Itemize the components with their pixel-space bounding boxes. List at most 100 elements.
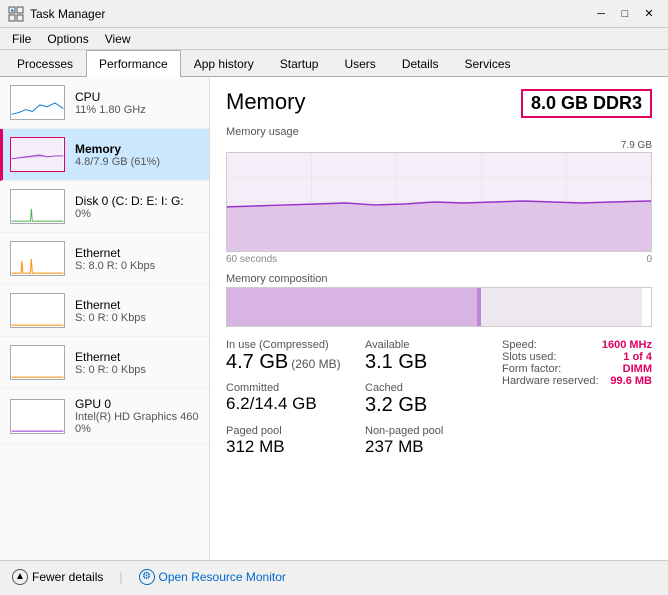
sidebar-item-disk[interactable]: Disk 0 (C: D: E: I: G: 0% bbox=[0, 181, 209, 233]
sidebar-item-ethernet1[interactable]: Ethernet S: 8.0 R: 0 Kbps bbox=[0, 233, 209, 285]
right-panel: Memory 8.0 GB DDR3 Memory usage 7.9 GB bbox=[210, 77, 668, 560]
gpu-graph bbox=[10, 399, 65, 434]
slots-row: Slots used: 1 of 4 bbox=[502, 351, 652, 363]
open-resource-monitor-button[interactable]: ⚙ Open Resource Monitor bbox=[139, 569, 286, 585]
sidebar-item-memory[interactable]: Memory 4.8/7.9 GB (61%) bbox=[0, 129, 209, 181]
comp-standby bbox=[481, 288, 642, 326]
fewer-details-button[interactable]: ▲ Fewer details bbox=[12, 569, 103, 585]
stat-cached: Cached 3.2 GB bbox=[365, 382, 492, 417]
ethernet3-info: Ethernet S: 0 R: 0 Kbps bbox=[75, 350, 146, 376]
comp-free bbox=[642, 288, 651, 326]
ethernet3-sub: S: 0 R: 0 Kbps bbox=[75, 364, 146, 376]
stat-committed: Committed 6.2/14.4 GB bbox=[226, 382, 353, 417]
app-icon bbox=[8, 6, 24, 22]
stat-nonpaged: Non-paged pool 237 MB bbox=[365, 425, 492, 457]
memory-sub: 4.8/7.9 GB (61%) bbox=[75, 156, 160, 168]
left-stats: In use (Compressed) 4.7 GB (260 MB) Avai… bbox=[226, 339, 492, 457]
footer-separator: | bbox=[119, 570, 122, 584]
ethernet2-graph bbox=[10, 293, 65, 328]
slots-label: Slots used: bbox=[502, 351, 601, 363]
stat-available: Available 3.1 GB bbox=[365, 339, 492, 374]
cached-label: Cached bbox=[365, 382, 492, 394]
formfactor-value: DIMM bbox=[601, 363, 652, 375]
disk-name: Disk 0 (C: D: E: I: G: bbox=[75, 194, 184, 208]
ethernet1-info: Ethernet S: 8.0 R: 0 Kbps bbox=[75, 246, 155, 272]
speed-value: 1600 MHz bbox=[601, 339, 652, 351]
ethernet1-sub: S: 8.0 R: 0 Kbps bbox=[75, 260, 155, 272]
slots-value: 1 of 4 bbox=[601, 351, 652, 363]
menu-options[interactable]: Options bbox=[39, 30, 96, 48]
window-controls: ─ □ ✕ bbox=[590, 5, 660, 23]
ethernet3-name: Ethernet bbox=[75, 350, 146, 364]
tab-users[interactable]: Users bbox=[331, 50, 388, 77]
hwreserved-value: 99.6 MB bbox=[601, 375, 652, 387]
gpu-sub: Intel(R) HD Graphics 4600% bbox=[75, 411, 199, 435]
stats-area: In use (Compressed) 4.7 GB (260 MB) Avai… bbox=[226, 339, 652, 457]
memory-info: Memory 4.8/7.9 GB (61%) bbox=[75, 142, 160, 168]
nonpaged-label: Non-paged pool bbox=[365, 425, 492, 437]
right-stats: Speed: 1600 MHz Slots used: 1 of 4 Form … bbox=[492, 339, 652, 457]
hwreserved-label: Hardware reserved: bbox=[502, 375, 601, 387]
stat-inuse: In use (Compressed) 4.7 GB (260 MB) bbox=[226, 339, 353, 374]
tab-startup[interactable]: Startup bbox=[267, 50, 332, 77]
main-content: CPU 11% 1.80 GHz Memory 4.8/7.9 GB (61%) bbox=[0, 77, 668, 560]
speed-label: Speed: bbox=[502, 339, 601, 351]
gpu-info: GPU 0 Intel(R) HD Graphics 4600% bbox=[75, 397, 199, 435]
composition-bar bbox=[226, 287, 652, 327]
nonpaged-value: 237 MB bbox=[365, 437, 492, 457]
ethernet1-graph bbox=[10, 241, 65, 276]
usage-max: 7.9 GB bbox=[621, 140, 652, 151]
inuse-label: In use (Compressed) bbox=[226, 339, 353, 351]
cached-value: 3.2 GB bbox=[365, 394, 492, 417]
formfactor-row: Form factor: DIMM bbox=[502, 363, 652, 375]
fewer-details-label: Fewer details bbox=[32, 570, 103, 584]
cpu-info: CPU 11% 1.80 GHz bbox=[75, 90, 146, 116]
ethernet2-name: Ethernet bbox=[75, 298, 146, 312]
tab-details[interactable]: Details bbox=[389, 50, 452, 77]
close-button[interactable]: ✕ bbox=[638, 5, 660, 23]
menu-file[interactable]: File bbox=[4, 30, 39, 48]
time-end: 0 bbox=[646, 254, 652, 265]
stat-paged: Paged pool 312 MB bbox=[226, 425, 353, 457]
paged-label: Paged pool bbox=[226, 425, 353, 437]
ethernet2-sub: S: 0 R: 0 Kbps bbox=[75, 312, 146, 324]
app-title: Task Manager bbox=[30, 7, 105, 21]
panel-spec: 8.0 GB DDR3 bbox=[521, 89, 652, 118]
ethernet3-graph bbox=[10, 345, 65, 380]
memory-name: Memory bbox=[75, 142, 160, 156]
sidebar-item-cpu[interactable]: CPU 11% 1.80 GHz bbox=[0, 77, 209, 129]
footer: ▲ Fewer details | ⚙ Open Resource Monito… bbox=[0, 560, 668, 592]
inuse-compressed: (260 MB) bbox=[291, 357, 340, 371]
chart-time: 60 seconds 0 bbox=[226, 254, 652, 265]
cpu-graph bbox=[10, 85, 65, 120]
title-bar: Task Manager ─ □ ✕ bbox=[0, 0, 668, 28]
hwreserved-row: Hardware reserved: 99.6 MB bbox=[502, 375, 652, 387]
menu-view[interactable]: View bbox=[97, 30, 139, 48]
sidebar-item-gpu[interactable]: GPU 0 Intel(R) HD Graphics 4600% bbox=[0, 389, 209, 444]
memory-usage-chart bbox=[226, 152, 652, 252]
formfactor-label: Form factor: bbox=[502, 363, 601, 375]
inuse-value-row: 4.7 GB (260 MB) bbox=[226, 351, 353, 374]
gpu-name: GPU 0 bbox=[75, 397, 199, 411]
available-value: 3.1 GB bbox=[365, 351, 492, 374]
minimize-button[interactable]: ─ bbox=[590, 5, 612, 23]
maximize-button[interactable]: □ bbox=[614, 5, 636, 23]
comp-inuse bbox=[227, 288, 477, 326]
ethernet2-info: Ethernet S: 0 R: 0 Kbps bbox=[75, 298, 146, 324]
speed-row: Speed: 1600 MHz bbox=[502, 339, 652, 351]
monitor-icon: ⚙ bbox=[139, 569, 155, 585]
panel-title: Memory bbox=[226, 89, 305, 115]
tab-processes[interactable]: Processes bbox=[4, 50, 86, 77]
memory-graph bbox=[10, 137, 65, 172]
sidebar-item-ethernet2[interactable]: Ethernet S: 0 R: 0 Kbps bbox=[0, 285, 209, 337]
composition-label: Memory composition bbox=[226, 273, 652, 285]
open-monitor-label: Open Resource Monitor bbox=[159, 570, 286, 584]
sidebar-item-ethernet3[interactable]: Ethernet S: 0 R: 0 Kbps bbox=[0, 337, 209, 389]
time-start: 60 seconds bbox=[226, 254, 277, 265]
disk-graph bbox=[10, 189, 65, 224]
committed-label: Committed bbox=[226, 382, 353, 394]
menu-bar: File Options View bbox=[0, 28, 668, 50]
tab-performance[interactable]: Performance bbox=[86, 50, 181, 77]
tab-apphistory[interactable]: App history bbox=[181, 50, 267, 77]
tab-services[interactable]: Services bbox=[452, 50, 524, 77]
